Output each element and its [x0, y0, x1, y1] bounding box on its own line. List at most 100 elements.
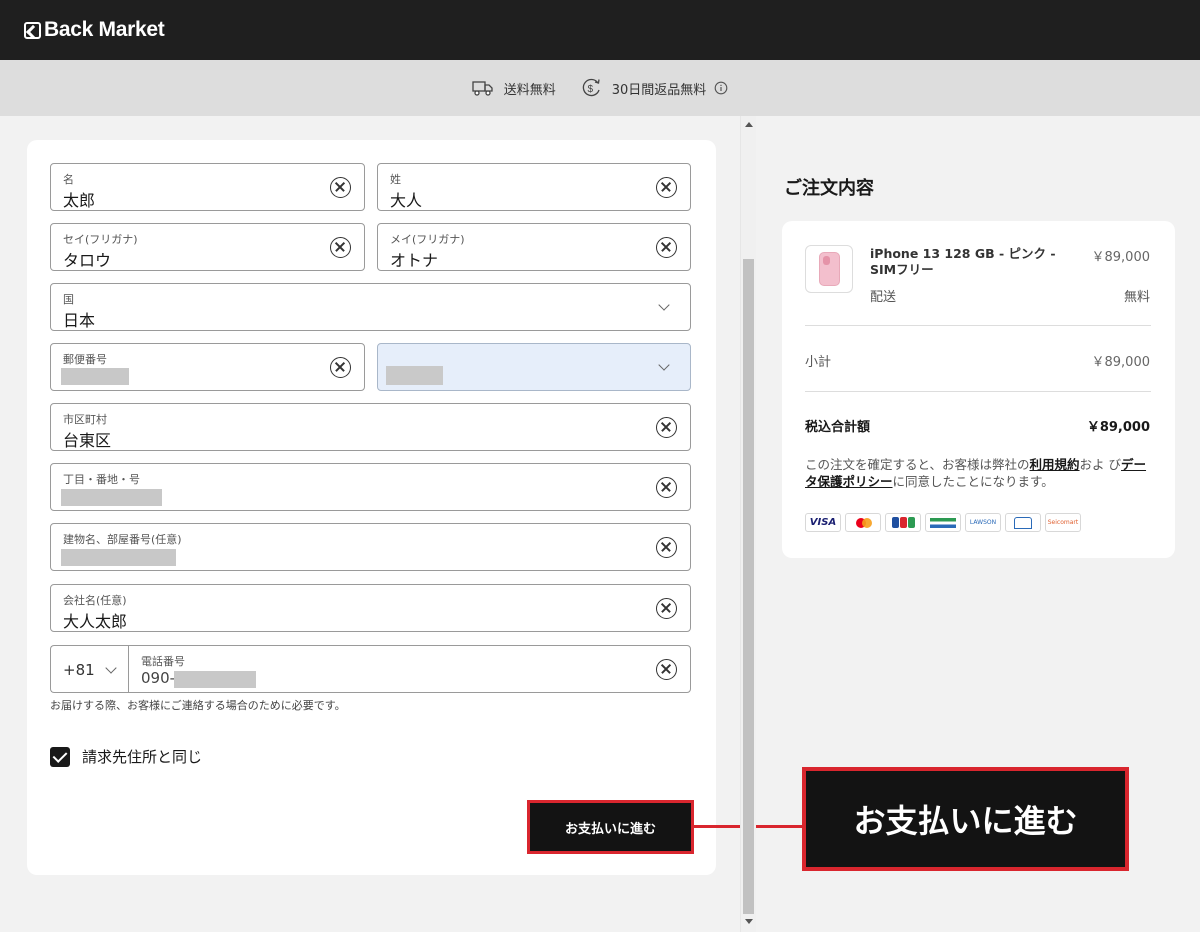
legal-notice: この注文を確定すると、お客様は弊社の利用規約およ びデータ保護ポリシーに同意した… — [805, 456, 1155, 490]
scroll-thumb[interactable] — [743, 259, 754, 914]
first-name-kana-field[interactable]: セイ(フリガナ) タロウ — [50, 223, 365, 271]
legal-text: この注文を確定すると、お客様は弊社の — [805, 457, 1030, 472]
redacted-value — [61, 489, 162, 506]
svg-text:$: $ — [587, 84, 593, 95]
clear-icon[interactable] — [656, 237, 677, 258]
clear-icon[interactable] — [656, 477, 677, 498]
redacted-value — [174, 671, 256, 688]
clear-icon[interactable] — [656, 659, 677, 680]
field-value: 大人 — [390, 191, 423, 210]
field-label: 名 — [63, 173, 74, 186]
field-label: 電話番号 — [141, 655, 185, 668]
field-value: タロウ — [63, 251, 112, 270]
vertical-scrollbar[interactable] — [740, 116, 756, 932]
redacted-value — [61, 368, 129, 385]
clear-icon[interactable] — [656, 417, 677, 438]
product-name: iPhone 13 128 GB - ピンク - SIMフリー — [870, 246, 1056, 277]
field-label: 建物名、部屋番号(任意) — [63, 533, 182, 546]
building-field[interactable]: 建物名、部屋番号(任意) — [50, 523, 691, 571]
pink-iphone-image — [819, 252, 840, 286]
seicomart-icon: Seicomart — [1045, 513, 1081, 532]
payment-methods: VISA LAWSON Seicomart — [805, 513, 1085, 532]
clear-icon[interactable] — [656, 177, 677, 198]
field-value: 日本 — [63, 311, 96, 330]
benefit-free-shipping: 送料無料 — [472, 79, 556, 98]
benefit-label: 送料無料 — [503, 82, 556, 98]
visa-icon: VISA — [805, 513, 841, 532]
subtotal-label: 小計 — [805, 355, 832, 370]
clear-icon[interactable] — [656, 537, 677, 558]
field-value: 太郎 — [63, 191, 96, 210]
total-label: 税込合計額 — [805, 420, 871, 435]
prefecture-select[interactable] — [377, 343, 691, 391]
clear-icon[interactable] — [330, 237, 351, 258]
field-label: 市区町村 — [63, 413, 107, 426]
field-label: 姓 — [390, 173, 401, 186]
billing-same-label: 請求先住所と同じ — [82, 748, 203, 766]
logo-mark-icon — [24, 21, 41, 39]
top-bar: Back Market — [0, 0, 1200, 60]
proceed-to-payment-button[interactable]: お支払いに進む — [527, 800, 694, 854]
clear-icon[interactable] — [656, 598, 677, 619]
phone-country-code-select[interactable]: +81 — [50, 645, 129, 693]
ministop-icon — [1005, 513, 1041, 532]
phone-field[interactable]: 電話番号 090- — [128, 645, 691, 693]
jcb-icon — [885, 513, 921, 532]
scroll-down-arrow-icon[interactable] — [745, 919, 753, 924]
scroll-up-arrow-icon[interactable] — [745, 122, 753, 127]
field-value: 大人太郎 — [63, 612, 128, 631]
chevron-down-icon — [658, 299, 670, 311]
benefit-free-returns: $ 30日間返品無料 — [580, 77, 729, 99]
country-code-value: +81 — [63, 661, 95, 679]
clear-icon[interactable] — [330, 177, 351, 198]
postal-code-field[interactable]: 郵便番号 — [50, 343, 365, 391]
order-summary-title: ご注文内容 — [784, 178, 874, 199]
benefit-label: 30日間返品無料 — [611, 82, 707, 98]
clear-icon[interactable] — [330, 357, 351, 378]
chevron-down-icon — [105, 662, 117, 674]
product-price: ￥89,000 — [1091, 250, 1151, 265]
product-thumbnail — [805, 245, 853, 293]
phone-hint: お届けする際、お客様にご連絡する場合のために必要です。 — [50, 699, 346, 712]
legal-text: およ び — [1079, 457, 1122, 472]
lawson-icon: LAWSON — [965, 513, 1001, 532]
field-label: セイ(フリガナ) — [63, 233, 138, 246]
divider — [805, 325, 1151, 326]
redacted-value — [386, 366, 443, 385]
shipping-label: 配送 — [870, 290, 897, 305]
info-icon[interactable] — [714, 81, 728, 95]
field-label: 郵便番号 — [63, 353, 107, 366]
billing-same-checkbox-row[interactable]: 請求先住所と同じ — [50, 746, 202, 767]
familymart-icon — [925, 513, 961, 532]
field-value: オトナ — [390, 251, 439, 270]
back-market-logo[interactable]: Back Market — [24, 18, 165, 42]
total-value: ￥89,000 — [1086, 420, 1150, 435]
last-name-kana-field[interactable]: メイ(フリガナ) オトナ — [377, 223, 691, 271]
city-field[interactable]: 市区町村 台東区 — [50, 403, 691, 451]
country-select[interactable]: 国 日本 — [50, 283, 691, 331]
terms-link[interactable]: 利用規約 — [1030, 457, 1080, 472]
divider — [805, 391, 1151, 392]
redacted-value — [61, 549, 176, 566]
mastercard-icon — [845, 513, 881, 532]
field-label: メイ(フリガナ) — [390, 233, 465, 246]
proceed-to-payment-callout: お支払いに進む — [802, 767, 1129, 871]
field-label: 国 — [63, 293, 74, 306]
first-name-field[interactable]: 名 太郎 — [50, 163, 365, 211]
shipping-value: 無料 — [1123, 290, 1150, 305]
brand-name: Back Market — [44, 18, 165, 41]
field-value: 090- — [141, 669, 176, 687]
checkbox-checked-icon[interactable] — [50, 746, 70, 767]
truck-icon — [472, 81, 493, 96]
legal-text: に同意したことになります。 — [892, 474, 1054, 489]
subtotal-value: ￥89,000 — [1091, 355, 1151, 370]
refund-coin-icon: $ — [582, 78, 600, 97]
field-label: 会社名(任意) — [63, 594, 127, 607]
benefits-bar: 送料無料 $ 30日間返品無料 — [0, 60, 1200, 116]
chevron-down-icon — [658, 359, 670, 371]
field-value: 台東区 — [63, 431, 112, 450]
field-label: 丁目・番地・号 — [63, 473, 140, 486]
street-address-field[interactable]: 丁目・番地・号 — [50, 463, 691, 511]
last-name-field[interactable]: 姓 大人 — [377, 163, 691, 211]
company-field[interactable]: 会社名(任意) 大人太郎 — [50, 584, 691, 632]
